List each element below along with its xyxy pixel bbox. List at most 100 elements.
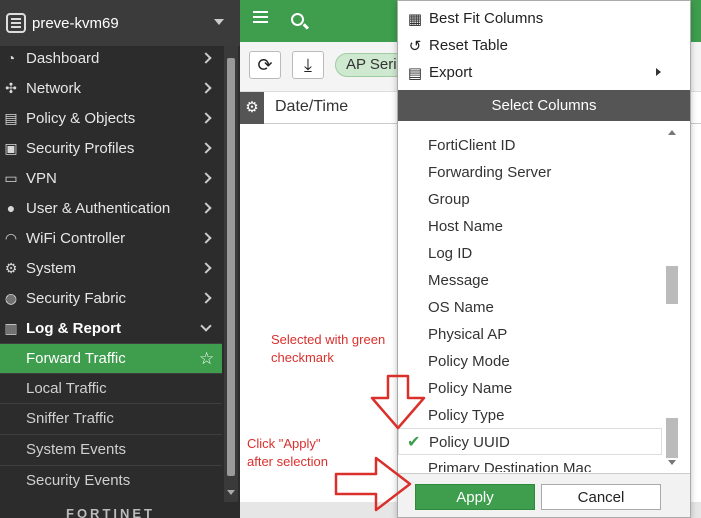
- scrollbar-thumb-secondary[interactable]: [666, 418, 678, 458]
- menu-icon[interactable]: [253, 16, 268, 18]
- gear-icon: ⚙: [245, 99, 259, 116]
- column-option[interactable]: Physical AP: [398, 321, 662, 348]
- column-settings-panel: ▦ Best Fit Columns ↺ Reset Table ▤ Expor…: [397, 0, 691, 518]
- column-option[interactable]: Policy Type: [398, 402, 662, 429]
- subnav-label: Forward Traffic: [26, 350, 126, 367]
- column-option-label: Policy Mode: [428, 353, 510, 370]
- nav-label: WiFi Controller: [26, 229, 126, 247]
- refresh-icon: ⟳: [257, 54, 273, 75]
- chevron-right-icon: [200, 142, 212, 154]
- column-settings-button[interactable]: ⚙: [240, 92, 264, 124]
- column-option-selected[interactable]: ✔ Policy UUID: [398, 428, 662, 455]
- column-option[interactable]: Host Name: [398, 213, 662, 240]
- nav-item-dashboard[interactable]: ◔ Dashboard: [0, 43, 222, 73]
- nav-label: Network: [26, 79, 82, 97]
- chevron-right-icon: [200, 202, 212, 214]
- column-option-label: Policy UUID: [429, 434, 510, 451]
- device-selector[interactable]: preve-kvm69: [0, 0, 240, 46]
- chevron-right-icon: [200, 172, 212, 184]
- chart-icon: ▥: [4, 320, 18, 336]
- policy-icon: ▤: [4, 110, 18, 126]
- column-option-label: Group: [428, 191, 470, 208]
- annotation-apply-note: Click "Apply" after selection: [247, 436, 328, 469]
- caret-right-icon: [656, 68, 661, 76]
- chevron-right-icon: [200, 112, 212, 124]
- scroll-down-icon[interactable]: [668, 460, 676, 465]
- menu-label: Reset Table: [429, 37, 508, 54]
- grid-icon: ▦: [407, 10, 423, 28]
- column-option[interactable]: Primary Destination Mac: [398, 455, 662, 472]
- nav-item-log-report[interactable]: ▥ Log & Report: [0, 313, 222, 343]
- caret-down-icon: [214, 19, 224, 25]
- column-option-label: Primary Destination Mac: [428, 460, 592, 472]
- nav-item-vpn[interactable]: ▭ VPN: [0, 163, 222, 193]
- menu-item-reset-table[interactable]: ↺ Reset Table: [398, 32, 690, 59]
- star-icon[interactable]: ☆: [199, 349, 214, 369]
- chevron-right-icon: [200, 232, 212, 244]
- search-icon[interactable]: [291, 13, 304, 26]
- nav-item-wifi-controller[interactable]: ◠ WiFi Controller: [0, 223, 222, 253]
- sidebar: preve-kvm69 ◔ Dashboard ✣ Network ▤ Poli…: [0, 0, 240, 518]
- nav-label: Policy & Objects: [26, 109, 136, 127]
- nav-item-user-authentication[interactable]: ● User & Authentication: [0, 193, 222, 223]
- subnav-label: Security Events: [26, 472, 131, 489]
- column-option[interactable]: Policy Name: [398, 375, 662, 402]
- subnav-local-traffic[interactable]: Local Traffic: [0, 373, 222, 403]
- scrollbar-thumb[interactable]: [227, 58, 235, 476]
- chevron-down-icon: [200, 320, 212, 332]
- column-option[interactable]: Message: [398, 267, 662, 294]
- menu-item-best-fit[interactable]: ▦ Best Fit Columns: [398, 5, 690, 32]
- subnav-sniffer-traffic[interactable]: Sniffer Traffic: [0, 403, 222, 433]
- chevron-right-icon: [200, 292, 212, 304]
- nav-label: Dashboard: [26, 49, 100, 67]
- scroll-up-icon[interactable]: [668, 130, 676, 135]
- refresh-button[interactable]: ⟳: [249, 51, 281, 79]
- column-option[interactable]: Log ID: [398, 240, 662, 267]
- nav-item-security-profiles[interactable]: ▣ Security Profiles: [0, 133, 222, 163]
- column-option-label: Message: [428, 272, 489, 289]
- column-header-datetime[interactable]: Date/Time: [275, 98, 348, 116]
- annotation-selected-note: Selected with green checkmark: [271, 332, 386, 365]
- undo-icon: ↺: [408, 37, 422, 55]
- device-name: preve-kvm69: [32, 14, 119, 32]
- cancel-button[interactable]: Cancel: [541, 484, 661, 510]
- column-option[interactable]: FortiClient ID: [398, 132, 662, 159]
- nav-item-system[interactable]: ⚙ System: [0, 253, 222, 283]
- chevron-right-icon: [200, 262, 212, 274]
- menu-item-export[interactable]: ▤ Export: [398, 59, 690, 86]
- nav-label: VPN: [26, 169, 57, 187]
- sidebar-scrollbar[interactable]: [224, 46, 238, 502]
- network-icon: ✣: [5, 80, 17, 96]
- column-option[interactable]: OS Name: [398, 294, 662, 321]
- nav-label: Security Fabric: [26, 289, 127, 307]
- menu-label: Best Fit Columns: [429, 10, 544, 27]
- column-option-label: Physical AP: [428, 326, 508, 343]
- download-button[interactable]: ⤓: [292, 51, 324, 79]
- subnav-label: Sniffer Traffic: [26, 410, 114, 427]
- subnav-forward-traffic[interactable]: Forward Traffic ☆: [0, 343, 222, 373]
- nav-item-network[interactable]: ✣ Network: [0, 73, 222, 103]
- nav-label: User & Authentication: [26, 199, 171, 217]
- nav-label: Security Profiles: [26, 139, 135, 157]
- column-option-label: Policy Type: [428, 407, 505, 424]
- nav-label: System: [26, 259, 77, 277]
- column-option-label: FortiClient ID: [428, 137, 516, 154]
- gear-icon: ⚙: [4, 260, 18, 276]
- subnav-system-events[interactable]: System Events: [0, 434, 222, 464]
- user-icon: ●: [6, 200, 16, 216]
- column-list-scrollbar[interactable]: [664, 122, 680, 472]
- subnav-label: Local Traffic: [26, 380, 107, 397]
- annotation-arrow-down-icon: [370, 374, 426, 430]
- checkmark-icon: ✔: [407, 434, 421, 451]
- column-option[interactable]: Group: [398, 186, 662, 213]
- scrollbar-thumb[interactable]: [666, 266, 678, 304]
- subnav-security-events[interactable]: Security Events: [0, 465, 222, 495]
- apply-button[interactable]: Apply: [415, 484, 535, 510]
- wifi-icon: ◠: [4, 230, 18, 246]
- nav-item-policy-objects[interactable]: ▤ Policy & Objects: [0, 103, 222, 133]
- column-option-label: Host Name: [428, 218, 504, 235]
- scroll-down-icon[interactable]: [227, 490, 235, 495]
- column-option[interactable]: Policy Mode: [398, 348, 662, 375]
- column-option[interactable]: Forwarding Server: [398, 159, 662, 186]
- nav-item-security-fabric[interactable]: ◍ Security Fabric: [0, 283, 222, 313]
